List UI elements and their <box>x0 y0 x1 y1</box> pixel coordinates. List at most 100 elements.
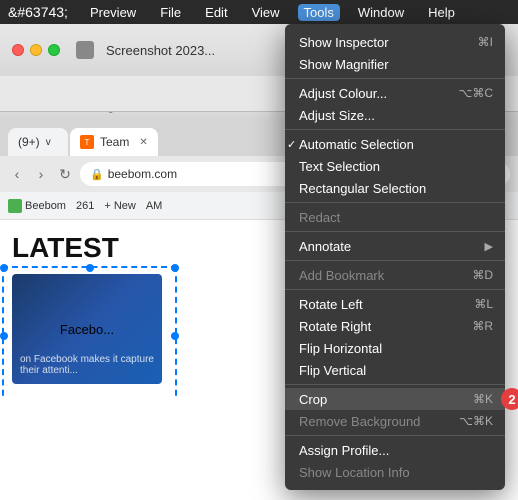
crop-shortcut: ⌘K <box>473 392 493 406</box>
checkmark-icon: ✓ <box>287 138 296 151</box>
bookmark-am-label: AM <box>146 200 163 212</box>
menu-section-profile: Assign Profile... Show Location Info <box>285 436 505 486</box>
text-selection-label: Text Selection <box>299 159 380 174</box>
preview-window-title: Screenshot 2023... <box>106 43 215 58</box>
bookmark-beebom[interactable]: Beebom <box>8 199 66 213</box>
adjust-size-label: Adjust Size... <box>299 108 375 123</box>
bookmark-count-label: 261 <box>76 200 94 212</box>
image-text: Facebo... <box>60 322 114 337</box>
add-bookmark-label: Add Bookmark <box>299 268 384 283</box>
menu-edit[interactable]: Edit <box>199 4 233 21</box>
preview-window-icon <box>76 41 94 59</box>
rotate-right-shortcut: ⌘R <box>472 319 493 333</box>
annotate-item[interactable]: Annotate ▶ <box>285 235 505 257</box>
beebom-icon <box>8 199 22 213</box>
crop-badge: 2 <box>501 388 518 410</box>
rectangular-selection-item[interactable]: Rectangular Selection <box>285 177 505 199</box>
bookmark-count[interactable]: 261 <box>76 200 94 212</box>
remove-background-label: Remove Background <box>299 414 420 429</box>
lock-icon: 🔒 <box>90 168 104 181</box>
close-button[interactable] <box>12 44 24 56</box>
menu-section-bookmark: Add Bookmark ⌘D <box>285 261 505 290</box>
flip-horizontal-label: Flip Horizontal <box>299 341 382 356</box>
menu-section-inspector: Show Inspector ⌘I Show Magnifier <box>285 28 505 79</box>
show-inspector-label: Show Inspector <box>299 35 389 50</box>
menu-window[interactable]: Window <box>352 4 410 21</box>
handle-top-left[interactable] <box>0 264 8 272</box>
redact-label: Redact <box>299 210 340 225</box>
annotate-arrow-icon: ▶ <box>485 240 493 253</box>
content-image: Facebo... on Facebook makes it capture t… <box>12 274 162 384</box>
chrome-tab-notifications[interactable]: (9+) v <box>8 128 68 156</box>
menu-bar: &#63743; Preview File Edit View Tools Wi… <box>0 0 518 24</box>
maximize-button[interactable] <box>48 44 60 56</box>
tab-close-icon[interactable]: ✕ <box>139 137 147 148</box>
menu-section-adjust: Adjust Colour... ⌥⌘C Adjust Size... <box>285 79 505 130</box>
chrome-tab-team[interactable]: T Team ✕ <box>70 128 158 156</box>
rotate-left-shortcut: ⌘L <box>474 297 493 311</box>
handle-top-mid[interactable] <box>86 264 94 272</box>
show-inspector-shortcut: ⌘I <box>478 35 493 49</box>
image-caption: on Facebook makes it capture their atten… <box>20 354 154 376</box>
show-inspector-item[interactable]: Show Inspector ⌘I <box>285 31 505 53</box>
apple-logo[interactable]: &#63743; <box>8 4 68 20</box>
rotate-right-label: Rotate Right <box>299 319 371 334</box>
preview-traffic-lights <box>12 44 60 56</box>
menu-tools[interactable]: Tools <box>298 4 340 21</box>
flip-vertical-label: Flip Vertical <box>299 363 366 378</box>
rotate-left-item[interactable]: Rotate Left ⌘L <box>285 293 505 315</box>
notification-count: (9+) <box>18 135 40 149</box>
bookmark-am[interactable]: AM <box>146 200 163 212</box>
remove-background-item: Remove Background ⌥⌘K <box>285 410 505 432</box>
automatic-selection-label: Automatic Selection <box>299 137 414 152</box>
adjust-colour-shortcut: ⌥⌘C <box>459 86 494 100</box>
forward-button[interactable]: › <box>32 166 50 182</box>
rotate-left-label: Rotate Left <box>299 297 363 312</box>
tab-label-v: v <box>46 137 51 148</box>
bookmark-new-label: + New <box>104 200 136 212</box>
menu-help[interactable]: Help <box>422 4 461 21</box>
flip-vertical-item[interactable]: Flip Vertical <box>285 359 505 381</box>
menu-section-selection: ✓ Automatic Selection Text Selection Rec… <box>285 130 505 203</box>
bookmark-beebom-label: Beebom <box>25 200 66 212</box>
menu-section-redact: Redact <box>285 203 505 232</box>
remove-background-shortcut: ⌥⌘K <box>459 414 493 428</box>
tab-favicon: T <box>80 135 94 149</box>
assign-profile-item[interactable]: Assign Profile... <box>285 439 505 461</box>
annotate-label: Annotate <box>299 239 351 254</box>
minimize-button[interactable] <box>30 44 42 56</box>
handle-mid-left[interactable] <box>0 332 8 340</box>
handle-mid-right[interactable] <box>171 332 179 340</box>
adjust-size-item[interactable]: Adjust Size... <box>285 104 505 126</box>
menu-section-transform: Rotate Left ⌘L Rotate Right ⌘R Flip Hori… <box>285 290 505 385</box>
show-magnifier-item[interactable]: Show Magnifier <box>285 53 505 75</box>
menu-section-crop: Crop ⌘K 2 Remove Background ⌥⌘K <box>285 385 505 436</box>
back-button[interactable]: ‹ <box>8 166 26 182</box>
tab-label-team: Team <box>100 135 129 149</box>
menu-preview[interactable]: Preview <box>84 4 142 21</box>
bookmark-new[interactable]: + New <box>104 200 136 212</box>
text-selection-item[interactable]: Text Selection <box>285 155 505 177</box>
tools-dropdown: Show Inspector ⌘I Show Magnifier Adjust … <box>285 24 505 490</box>
menu-file[interactable]: File <box>154 4 187 21</box>
flip-horizontal-item[interactable]: Flip Horizontal <box>285 337 505 359</box>
assign-profile-label: Assign Profile... <box>299 443 389 458</box>
redact-item: Redact <box>285 206 505 228</box>
handle-top-right[interactable] <box>171 264 179 272</box>
rotate-right-item[interactable]: Rotate Right ⌘R <box>285 315 505 337</box>
rectangular-selection-label: Rectangular Selection <box>299 181 426 196</box>
adjust-colour-label: Adjust Colour... <box>299 86 387 101</box>
show-location-item: Show Location Info <box>285 461 505 483</box>
reload-button[interactable]: ↻ <box>56 166 74 183</box>
show-magnifier-label: Show Magnifier <box>299 57 389 72</box>
url-text: beebom.com <box>108 167 177 181</box>
show-location-label: Show Location Info <box>299 465 410 480</box>
add-bookmark-shortcut: ⌘D <box>472 268 493 282</box>
menu-view[interactable]: View <box>246 4 286 21</box>
crop-item[interactable]: Crop ⌘K 2 <box>285 388 505 410</box>
add-bookmark-item: Add Bookmark ⌘D <box>285 264 505 286</box>
crop-label: Crop <box>299 392 327 407</box>
adjust-colour-item[interactable]: Adjust Colour... ⌥⌘C <box>285 82 505 104</box>
menu-section-annotate: Annotate ▶ <box>285 232 505 261</box>
automatic-selection-item[interactable]: ✓ Automatic Selection <box>285 133 505 155</box>
